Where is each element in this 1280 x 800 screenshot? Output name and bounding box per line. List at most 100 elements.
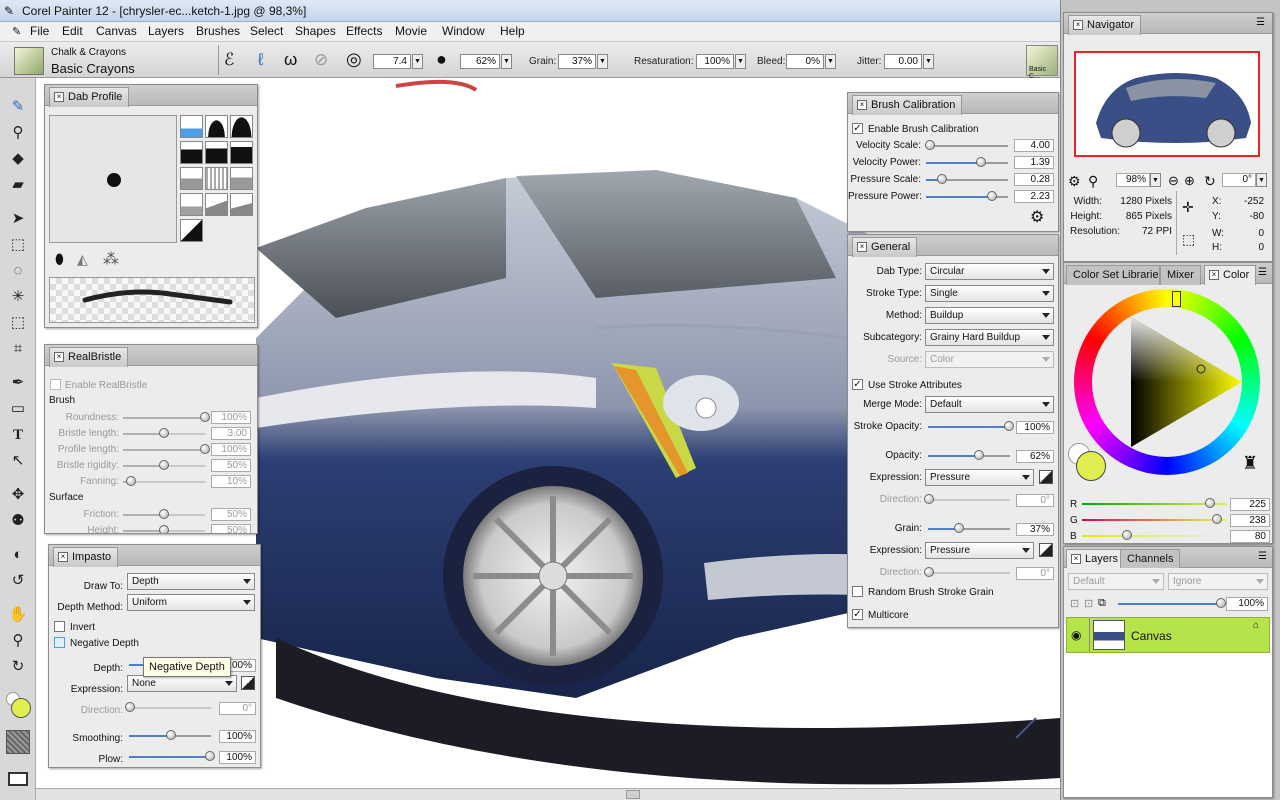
close-icon[interactable]: × <box>857 242 867 252</box>
menu-effects[interactable]: Effects <box>346 24 382 38</box>
surface-row-slider[interactable] <box>123 525 205 533</box>
menu-help[interactable]: Help <box>500 24 525 38</box>
smoothing-field[interactable]: 100% <box>219 730 256 743</box>
dab-profile-3[interactable] <box>230 115 253 138</box>
color-stamp-icon[interactable]: ♜ <box>1242 453 1258 474</box>
dropper-tool-icon[interactable]: ⚲ <box>7 122 29 144</box>
impasto-expression-select[interactable]: None <box>127 675 237 692</box>
lock-layer-icon[interactable]: ⊡ <box>1070 597 1079 610</box>
invert-opacity-expression-icon[interactable] <box>1039 470 1053 484</box>
grabber-icon[interactable]: ✋ <box>7 604 29 626</box>
calibration-row-slider[interactable] <box>925 140 1008 150</box>
rect-select-icon[interactable]: ⬚ <box>7 234 29 256</box>
media-selector-icon[interactable] <box>8 772 28 786</box>
dab-profile-8[interactable] <box>205 167 228 190</box>
menu-layers[interactable]: Layers <box>148 24 184 38</box>
invert-expression-icon[interactable] <box>241 676 255 690</box>
general-opacity-slider[interactable] <box>928 450 1010 460</box>
dab-profile-13[interactable] <box>180 219 203 242</box>
realbristle-row-slider[interactable] <box>123 412 210 422</box>
menu-canvas[interactable]: Canvas <box>96 24 137 38</box>
enable-realbristle-checkbox[interactable] <box>50 379 61 390</box>
dab-profile-1[interactable] <box>180 115 203 138</box>
surface-row-slider[interactable] <box>123 509 205 519</box>
navigator-zoom-dropdown[interactable]: ▼ <box>1150 173 1161 187</box>
realbristle-row-slider[interactable] <box>123 460 205 470</box>
general-grain-field[interactable]: 37% <box>1016 523 1054 536</box>
menu-select[interactable]: Select <box>250 24 283 38</box>
magic-wand-icon[interactable]: ✳ <box>7 286 29 308</box>
grain-dropdown[interactable]: ▼ <box>597 54 608 69</box>
lasso-icon[interactable]: ◌ <box>7 260 29 282</box>
method-select[interactable]: Buildup <box>925 307 1054 324</box>
dab-profile-5[interactable] <box>205 141 228 164</box>
invert-grain-expression-icon[interactable] <box>1039 543 1053 557</box>
brush-category-icon[interactable] <box>14 47 44 75</box>
mirror-icon[interactable]: ↺ <box>7 570 29 592</box>
stroke-opacity-field[interactable]: 100% <box>1016 421 1054 434</box>
r-field[interactable]: 225 <box>1230 498 1270 511</box>
menu-brushes[interactable]: Brushes <box>196 24 240 38</box>
pen-icon[interactable]: ✒ <box>7 372 29 394</box>
close-icon[interactable]: × <box>1209 270 1219 280</box>
cloner-icon[interactable]: ✥ <box>7 484 29 506</box>
tab-navigator[interactable]: × Navigator <box>1068 15 1142 35</box>
dab-profile-2[interactable] <box>205 115 228 138</box>
eraser-tool-icon[interactable]: ▰ <box>7 174 29 196</box>
brush-selector-thumb[interactable]: Basic C... <box>1026 45 1058 80</box>
rotate-page-icon[interactable]: ↻ <box>7 656 29 678</box>
enable-calibration-checkbox[interactable]: ✓ <box>852 123 863 134</box>
rubber-stamp-icon[interactable]: ⚉ <box>7 510 29 532</box>
impasto-direction-slider[interactable] <box>125 702 211 712</box>
size-dropdown[interactable]: ▼ <box>412 54 423 69</box>
panel-menu-icon[interactable]: ☰ <box>1258 551 1267 562</box>
close-icon[interactable]: × <box>58 552 68 562</box>
brush-variant[interactable]: Basic Crayons <box>51 61 135 76</box>
layer-expand-icon[interactable]: ⌂ <box>1253 620 1259 631</box>
menu-window[interactable]: Window <box>442 24 485 38</box>
navigator-rotation-field[interactable]: 0° <box>1222 173 1256 187</box>
draw-to-select[interactable]: Depth <box>127 573 255 590</box>
dab-profile-11[interactable] <box>205 193 228 216</box>
calibration-row-field[interactable]: 1.39 <box>1014 156 1054 169</box>
navigator-settings-icon[interactable]: ⚙ <box>1068 173 1081 190</box>
realbristle-row-field[interactable]: 3.00 <box>211 427 251 440</box>
surface-row-field[interactable]: 50% <box>211 508 251 521</box>
horizontal-scrollbar[interactable] <box>36 788 1060 800</box>
close-icon[interactable]: × <box>1073 20 1083 30</box>
dab-profile-6[interactable] <box>230 141 253 164</box>
scrollbar-thumb[interactable] <box>626 790 640 799</box>
navigator-preview[interactable] <box>1074 51 1260 157</box>
tab-general[interactable]: × General <box>852 237 918 257</box>
random-grain-checkbox[interactable] <box>852 586 863 597</box>
stroke-type-select[interactable]: Single <box>925 285 1054 302</box>
grain-direction-field[interactable]: 0° <box>1016 567 1054 580</box>
realbristle-row-field[interactable]: 100% <box>211 443 251 456</box>
grain-dots-icon[interactable]: ⁂ <box>103 249 119 269</box>
close-icon[interactable]: × <box>54 92 64 102</box>
selection-adjuster-icon[interactable]: ⬚ <box>7 312 29 334</box>
opacity-expression-select[interactable]: Pressure <box>925 469 1034 486</box>
stroke-straight-icon[interactable]: ℓ <box>258 50 264 70</box>
merge-mode-select[interactable]: Default <box>925 396 1054 413</box>
shape-selection-icon[interactable]: ↖ <box>7 450 29 472</box>
main-color-circle[interactable] <box>1076 451 1106 481</box>
use-stroke-attributes-checkbox[interactable]: ✓ <box>852 379 863 390</box>
grain-expression-select[interactable]: Pressure <box>925 542 1034 559</box>
menu-shapes[interactable]: Shapes <box>295 24 336 38</box>
zoom-in-icon[interactable]: ⊕ <box>1184 173 1195 189</box>
realbristle-row-slider[interactable] <box>123 444 210 454</box>
paint-bucket-icon[interactable]: ◆ <box>7 148 29 170</box>
menu-file[interactable]: File <box>30 24 49 38</box>
grain-direction-slider[interactable] <box>924 567 1010 577</box>
crop-icon[interactable]: ⌗ <box>7 338 29 360</box>
resaturation-dropdown[interactable]: ▼ <box>735 54 746 69</box>
tab-mixer[interactable]: Mixer <box>1160 265 1201 285</box>
tab-color-set-libraries[interactable]: Color Set Libraries <box>1066 265 1160 285</box>
close-icon[interactable]: × <box>54 352 64 362</box>
r-slider[interactable] <box>1082 498 1227 508</box>
rotate-icon[interactable]: ↻ <box>1204 173 1216 190</box>
b-slider[interactable] <box>1082 530 1227 540</box>
navigator-rotation-dropdown[interactable]: ▼ <box>1256 173 1267 187</box>
calibration-row-slider[interactable] <box>926 191 1008 201</box>
